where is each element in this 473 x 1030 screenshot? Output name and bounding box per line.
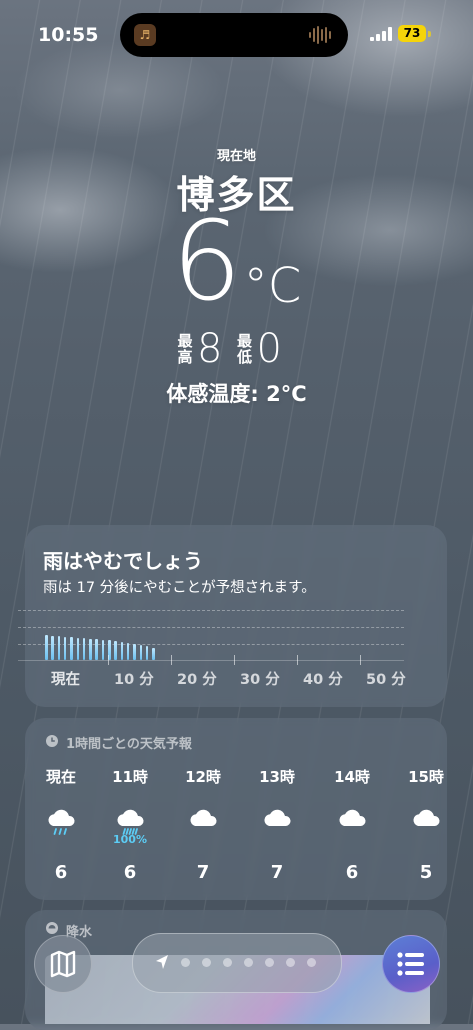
current-temperature: 6°C <box>0 206 473 316</box>
battery-indicator: 73 <box>398 25 426 42</box>
hour-temperature: 5 <box>419 862 433 883</box>
chart-gridline <box>18 610 404 611</box>
low-label: 最低 <box>236 332 252 366</box>
precip-bar <box>51 636 54 660</box>
chart-gridline <box>18 644 404 645</box>
precip-bar <box>120 642 124 660</box>
precip-bar <box>95 639 98 660</box>
cloud-icon <box>173 808 233 838</box>
hour-time: 11時 <box>112 768 148 786</box>
precip-bar <box>70 637 73 660</box>
cloud-icon <box>322 808 382 838</box>
hour-temperature: 6 <box>54 862 68 883</box>
precip-bar <box>57 636 61 660</box>
axis-tick <box>297 655 298 665</box>
hourly-card-title: 1時間ごとの天気予報 <box>66 737 192 752</box>
precip-bar <box>82 638 86 660</box>
axis-label: 50 分 <box>366 672 406 688</box>
page-dot[interactable] <box>223 958 232 967</box>
clock-icon <box>46 735 58 747</box>
hour-time: 13時 <box>259 768 295 786</box>
axis-label: 10 分 <box>114 672 154 688</box>
precip-bar <box>45 635 48 660</box>
cellular-signal-icon <box>370 27 392 41</box>
map-button[interactable] <box>34 935 92 993</box>
location-list-button[interactable] <box>382 935 440 993</box>
location-label: 現在地 <box>216 149 256 164</box>
location-page-indicator[interactable] <box>132 933 342 993</box>
axis-label: 20 分 <box>177 672 217 688</box>
precip-bar <box>139 645 142 660</box>
now-playing-app-icon: ♬ <box>134 24 156 46</box>
audio-waveform-icon <box>309 26 331 44</box>
high-value: 8 <box>197 326 223 372</box>
axis-label: 40 分 <box>303 672 343 688</box>
page-dot[interactable] <box>202 958 211 967</box>
hour-time: 14時 <box>334 768 370 786</box>
precip-bar <box>133 644 136 660</box>
precip-card-subtitle: 雨は 17 分後にやむことが予想されます。 <box>43 580 316 596</box>
hour-time: 現在 <box>45 768 76 786</box>
hour-temperature: 7 <box>196 862 210 883</box>
low-value: 0 <box>256 326 282 372</box>
axis-label: 30 分 <box>240 672 280 688</box>
axis-tick <box>360 655 361 665</box>
precip-card-title: 雨はやむでしょう <box>43 549 203 573</box>
axis-tick <box>108 655 109 665</box>
high-label: 最高 <box>177 332 193 366</box>
axis-tick <box>171 655 172 665</box>
hour-time: 12時 <box>185 768 221 786</box>
precip-bar <box>101 640 105 660</box>
temperature-unit: °C <box>243 258 302 314</box>
precip-bar <box>76 638 79 660</box>
precip-probability: 100% <box>113 833 147 846</box>
temperature-value: 6 <box>171 197 242 325</box>
page-dot[interactable] <box>307 958 316 967</box>
dynamic-island[interactable]: ♬ <box>120 13 348 57</box>
axis-label: 現在 <box>51 672 80 688</box>
umbrella-icon <box>46 922 58 934</box>
list-icon <box>397 952 424 976</box>
chart-axis <box>18 660 404 661</box>
map-icon <box>50 950 76 978</box>
chart-gridline <box>18 627 404 628</box>
precip-bar <box>89 639 92 660</box>
rain-cloud-icon <box>31 808 91 838</box>
page-dot[interactable] <box>286 958 295 967</box>
hour-time: 15時 <box>408 768 444 786</box>
hour-temperature: 6 <box>345 862 359 883</box>
high-low: 最高 8 最低 0 <box>0 326 473 372</box>
battery-cap <box>428 31 431 37</box>
cloud-icon <box>396 808 456 838</box>
page-dot[interactable] <box>265 958 274 967</box>
hour-temperature: 6 <box>123 862 137 883</box>
cloud-icon <box>247 808 307 838</box>
feels-like: 体感温度: 2°C <box>166 382 307 406</box>
hour-temperature: 7 <box>270 862 284 883</box>
axis-tick <box>234 655 235 665</box>
page-dot[interactable] <box>244 958 253 967</box>
precip-bar <box>114 641 117 660</box>
precip-bar <box>145 646 149 660</box>
precip-bar <box>152 648 155 660</box>
location-arrow-icon <box>156 955 168 969</box>
page-dot[interactable] <box>181 958 190 967</box>
status-time: 10:55 <box>38 24 99 46</box>
